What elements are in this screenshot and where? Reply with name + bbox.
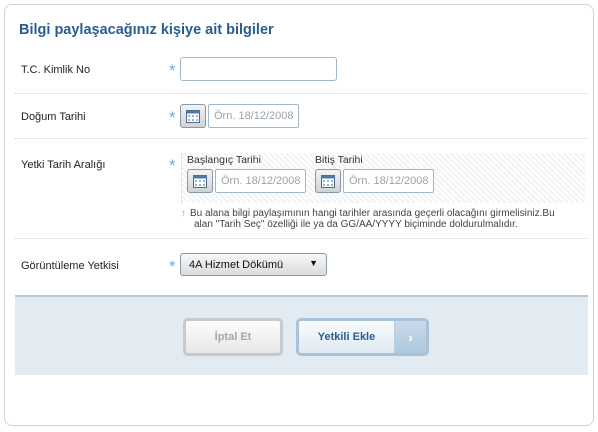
goruntuleme-label: Görüntüleme Yetkisi	[21, 260, 119, 272]
calendar-icon	[321, 174, 335, 188]
calendar-icon	[186, 109, 200, 123]
required-mark: *	[169, 61, 176, 80]
dogum-tarihi-input[interactable]: Örn. 18/12/2008	[208, 104, 299, 128]
hint-line-2: alan "Tarih Seç" özelliği ile ya da GG/A…	[194, 219, 518, 230]
divider	[15, 93, 588, 94]
divider	[15, 238, 588, 239]
add-authorized-button[interactable]: Yetkili Ekle ›	[296, 318, 429, 356]
dogum-tarihi-label: Doğum Tarihi	[21, 111, 86, 123]
goruntuleme-select[interactable]: 4A Hizmet Dökümü ▼	[180, 253, 327, 276]
action-bar: İptal Et Yetkili Ekle ›	[15, 295, 588, 375]
required-mark: *	[169, 257, 176, 276]
yetki-tarih-label: Yetki Tarih Aralığı	[21, 159, 106, 171]
divider	[15, 138, 588, 139]
arrow-up-icon: ↑	[181, 208, 186, 219]
tc-kimlik-input[interactable]	[180, 57, 337, 81]
caret-down-icon: ▼	[309, 258, 318, 268]
calendar-icon	[193, 174, 207, 188]
start-date-field: Örn. 18/12/2008	[187, 169, 306, 193]
start-date-label: Başlangıç Tarihi	[187, 154, 261, 166]
select-value: 4A Hizmet Dökümü	[189, 259, 284, 271]
calendar-button[interactable]	[187, 169, 213, 193]
calendar-button[interactable]	[180, 104, 206, 128]
start-date-input[interactable]: Örn. 18/12/2008	[215, 169, 306, 193]
add-authorized-label: Yetkili Ekle	[317, 331, 376, 343]
end-date-field: Örn. 18/12/2008	[315, 169, 434, 193]
calendar-button[interactable]	[315, 169, 341, 193]
dogum-tarihi-field: Örn. 18/12/2008	[180, 104, 299, 128]
date-range-hint: ↑ Bu alana bilgi paylaşımının hangi tarih…	[181, 208, 581, 230]
required-mark: *	[169, 108, 176, 127]
end-date-label: Bitiş Tarihi	[315, 154, 363, 166]
date-range-group: Başlangıç Tarihi Bitiş Tarihi Örn. 18/12…	[181, 153, 585, 203]
end-date-input[interactable]: Örn. 18/12/2008	[343, 169, 434, 193]
cancel-button[interactable]: İptal Et	[183, 318, 283, 356]
form-panel: Bilgi paylaşacağınız kişiye ait bilgiler…	[4, 4, 594, 426]
chevron-right-icon: ›	[394, 321, 426, 353]
hint-line-1: Bu alana bilgi paylaşımının hangi tarihl…	[190, 208, 555, 219]
form-title: Bilgi paylaşacağınız kişiye ait bilgiler	[19, 22, 274, 38]
required-mark: *	[169, 156, 176, 175]
tc-kimlik-label: T.C. Kimlik No	[21, 64, 91, 76]
